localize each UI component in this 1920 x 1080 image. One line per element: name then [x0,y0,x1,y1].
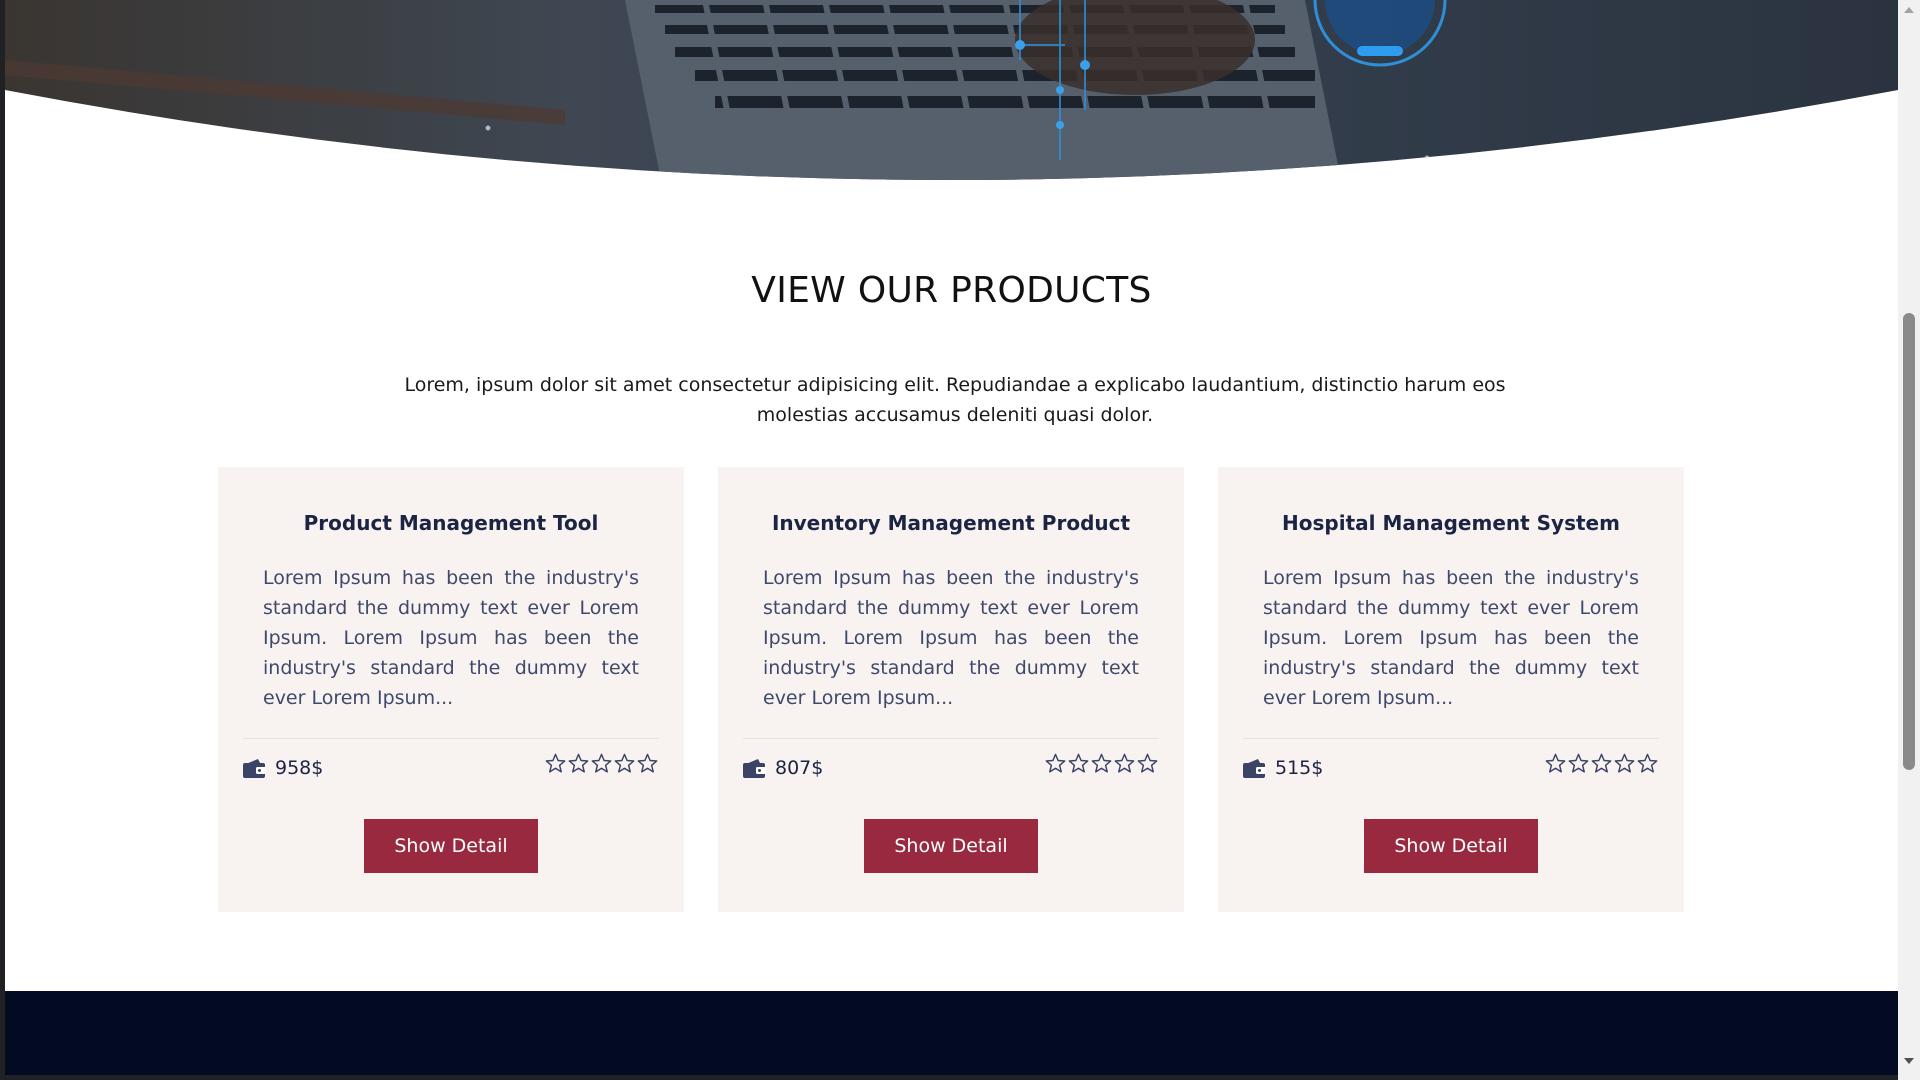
product-card: Product Management Tool Lorem Ipsum has … [218,467,684,912]
show-detail-button[interactable]: Show Detail [1364,819,1538,873]
price-row: 515$ [1243,752,1659,784]
star-rating[interactable] [544,752,659,776]
star-outline-icon[interactable] [1636,752,1659,775]
divider [743,738,1159,739]
scrollbar-thumb[interactable] [1903,313,1915,770]
star-outline-icon[interactable] [1113,752,1136,775]
show-detail-button[interactable]: Show Detail [364,819,538,873]
product-title: Inventory Management Product [771,511,1131,535]
star-outline-icon[interactable] [1590,752,1613,775]
star-outline-icon[interactable] [1613,752,1636,775]
star-outline-icon[interactable] [613,752,636,775]
product-description: Lorem Ipsum has been the industry's stan… [763,567,1139,709]
product-title: Product Management Tool [303,511,599,535]
wallet-icon [243,759,266,778]
product-title: Hospital Management System [1282,511,1620,535]
section-title: VIEW OUR PRODUCTS [751,270,1152,311]
product-price: 515$ [1275,757,1324,779]
star-outline-icon[interactable] [636,752,659,775]
star-outline-icon[interactable] [544,752,567,775]
product-price: 807$ [775,757,824,779]
product-card: Inventory Management Product Lorem Ipsum… [718,467,1184,912]
star-outline-icon[interactable] [1044,752,1067,775]
star-outline-icon[interactable] [1136,752,1159,775]
star-rating[interactable] [1044,752,1159,776]
product-card: Hospital Management System Lorem Ipsum h… [1218,467,1684,912]
star-outline-icon[interactable] [1090,752,1113,775]
star-outline-icon[interactable] [567,752,590,775]
star-outline-icon[interactable] [1567,752,1590,775]
star-outline-icon[interactable] [590,752,613,775]
product-description: Lorem Ipsum has been the industry's stan… [263,567,639,709]
star-rating[interactable] [1544,752,1659,776]
product-cards: Product Management Tool Lorem Ipsum has … [218,467,1684,912]
price-row: 807$ [743,752,1159,784]
divider [1243,738,1659,739]
page-viewport: VIEW OUR PRODUCTS Lorem, ipsum dolor sit… [5,0,1898,1075]
footer [5,991,1898,1075]
divider [243,738,659,739]
star-outline-icon[interactable] [1544,752,1567,775]
section-description: Lorem, ipsum dolor sit amet consectetur … [404,374,1506,426]
star-outline-icon[interactable] [1067,752,1090,775]
product-description: Lorem Ipsum has been the industry's stan… [1263,567,1639,709]
price-row: 958$ [243,752,659,784]
show-detail-button[interactable]: Show Detail [864,819,1038,873]
wallet-icon [743,759,766,778]
product-price: 958$ [275,757,324,779]
wallet-icon [1243,759,1266,778]
scroll-up-arrow-icon[interactable] [1904,7,1914,13]
vertical-scrollbar[interactable] [1898,0,1920,1080]
hero-banner-image [5,0,1898,200]
scroll-down-arrow-icon[interactable] [1904,1058,1914,1064]
